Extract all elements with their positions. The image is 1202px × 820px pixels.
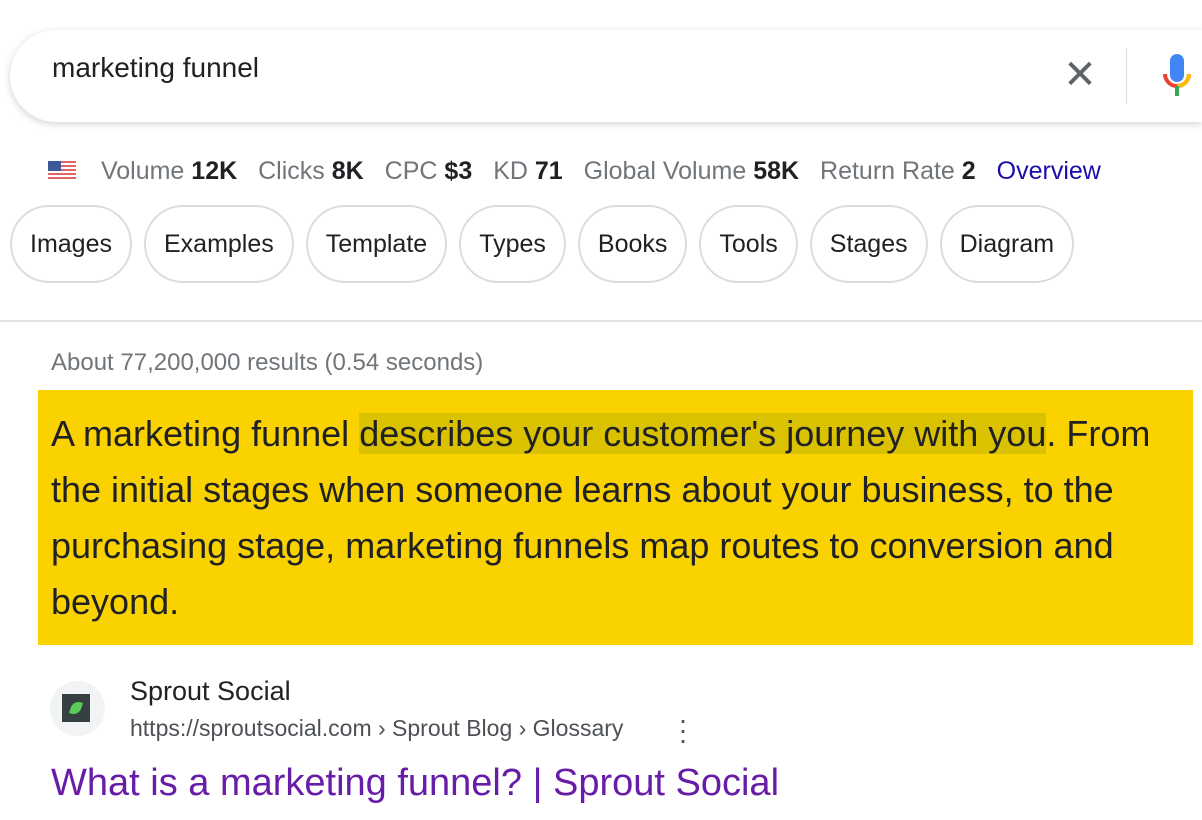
chip-stages[interactable]: Stages (809, 205, 928, 283)
overview-link[interactable]: Overview (997, 157, 1101, 185)
snippet-highlight: describes your customer's journey with y… (359, 413, 1047, 454)
chip-template[interactable]: Template (305, 205, 448, 283)
divider (1126, 48, 1127, 104)
divider (0, 320, 1202, 322)
chip-types[interactable]: Types (459, 205, 566, 283)
microphone-icon[interactable] (1162, 52, 1192, 102)
result-title-link[interactable]: What is a marketing funnel? | Sprout Soc… (51, 762, 779, 805)
featured-snippet: A marketing funnel describes your custom… (38, 390, 1193, 645)
more-options-icon[interactable]: · · · (675, 706, 691, 754)
metric-return-rate: Return Rate 2 (820, 157, 976, 185)
metric-volume: Volume 12K (100, 157, 238, 185)
result-url[interactable]: https://sproutsocial.com › Sprout Blog ›… (130, 715, 623, 742)
filter-chips: Images Examples Template Types Books Too… (10, 205, 1075, 283)
chip-tools[interactable]: Tools (699, 205, 798, 283)
chip-diagram[interactable]: Diagram (939, 205, 1075, 283)
chip-images[interactable]: Images (10, 205, 132, 283)
keyword-metrics: Volume 12K Clicks 8K CPC $3 KD 71 Global… (48, 157, 1101, 186)
chip-examples[interactable]: Examples (143, 205, 294, 283)
results-count: About 77,200,000 results (0.54 seconds) (51, 349, 484, 376)
metric-cpc: CPC $3 (384, 157, 473, 185)
metric-global-volume: Global Volume 58K (583, 157, 800, 185)
chip-books[interactable]: Books (577, 205, 688, 283)
search-input[interactable] (52, 52, 952, 84)
clear-icon[interactable]: ✕ (1062, 55, 1098, 95)
sprout-social-favicon[interactable] (50, 681, 105, 736)
snippet-text: A marketing funnel (51, 413, 360, 454)
result-source[interactable]: Sprout Social (130, 676, 291, 707)
metric-kd: KD 71 (493, 157, 563, 185)
us-flag-icon (48, 161, 76, 180)
metric-clicks: Clicks 8K (258, 157, 364, 185)
search-bar: ✕ (10, 30, 1202, 122)
